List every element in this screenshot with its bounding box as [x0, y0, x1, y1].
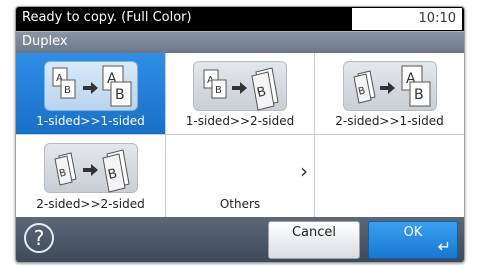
option-1sided-to-1sided[interactable]: A B A B 1-sided>>1-sided [16, 53, 166, 135]
enter-icon: ↵ [437, 237, 451, 256]
empty-slot [315, 135, 464, 217]
screen-title: Duplex [22, 34, 68, 49]
status-message: Ready to copy. (Full Color) [22, 10, 192, 25]
chevron-right-icon: › [300, 159, 308, 183]
help-button[interactable]: ? [24, 223, 54, 253]
svg-text:B: B [115, 87, 125, 103]
svg-text:B: B [414, 87, 424, 103]
title-bar: Duplex [16, 31, 464, 53]
ok-button[interactable]: OK ↵ [368, 221, 458, 259]
option-label: 2-sided>>2-sided [36, 197, 145, 211]
option-label: 1-sided>>2-sided [185, 114, 295, 128]
option-2sided-to-1sided[interactable]: B A B 2-sided>>1-sided [315, 53, 464, 135]
one-sided-to-one-sided-icon: A B A B [43, 61, 138, 111]
cancel-button[interactable]: Cancel [268, 221, 360, 259]
option-label: 2-sided>>1-sided [335, 114, 444, 128]
one-sided-to-two-sided-icon: A B B [193, 61, 287, 111]
ok-label: OK [403, 225, 423, 240]
cancel-label: Cancel [291, 225, 337, 240]
two-sided-to-two-sided-icon: B B [43, 143, 138, 193]
option-label: Others [219, 197, 261, 211]
duplex-options: A B A B 1-sided>>1-sided A B B 1-sided>>… [16, 53, 464, 217]
two-sided-to-one-sided-icon: B A B [342, 61, 437, 111]
copy-panel: Ready to copy. (Full Color) 10:10 Duplex… [15, 6, 465, 263]
svg-text:B: B [215, 85, 222, 96]
bottom-bar: ? Cancel OK ↵ [16, 217, 464, 262]
status-bar: Ready to copy. (Full Color) 10:10 [16, 7, 464, 31]
option-2sided-to-2sided[interactable]: B B 2-sided>>2-sided [16, 135, 166, 217]
svg-text:B: B [64, 85, 71, 96]
option-1sided-to-2sided[interactable]: A B B 1-sided>>2-sided [166, 53, 315, 135]
option-others[interactable]: › Others [166, 135, 315, 217]
option-label: 1-sided>>1-sided [36, 114, 145, 128]
clock: 10:10 [352, 8, 462, 30]
